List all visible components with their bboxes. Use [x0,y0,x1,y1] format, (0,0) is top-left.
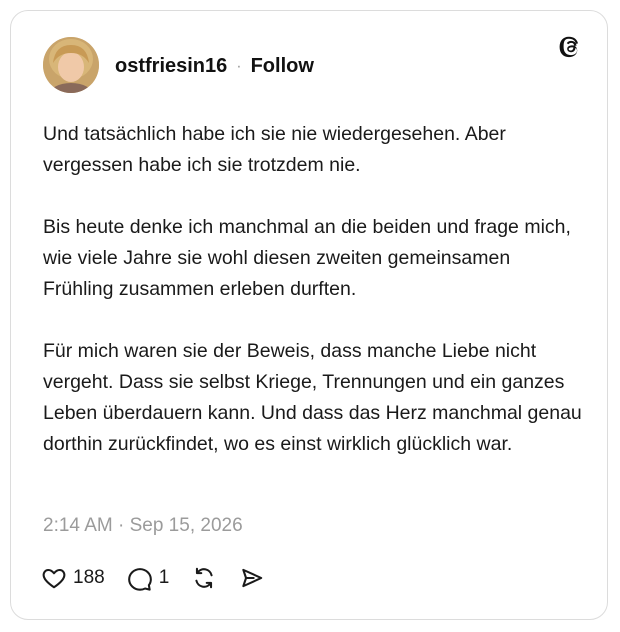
comment-icon [127,568,152,591]
share-button[interactable] [239,565,265,591]
post-card: ostfriesin16 · Follow Und tatsächlich ha… [10,10,608,620]
threads-logo-icon[interactable] [557,33,585,61]
paragraph: Für mich waren sie der Beweis, dass manc… [43,340,582,455]
like-button[interactable]: 188 [41,565,105,591]
post-header: ostfriesin16 · Follow [115,55,314,78]
username[interactable]: ostfriesin16 [115,55,227,78]
reply-button[interactable]: 1 [127,565,170,591]
action-bar: 188 1 [41,565,265,591]
like-count: 188 [73,567,105,588]
separator-dot: · [236,57,242,75]
avatar-image [43,37,99,93]
paragraph: Bis heute denke ich manchmal an die beid… [43,216,571,300]
post-timestamp: 2:14 AM · Sep 15, 2026 [43,515,243,536]
heart-icon [42,568,66,589]
repost-button[interactable] [191,565,217,591]
repost-icon [195,567,213,589]
avatar[interactable] [43,37,99,93]
reply-count: 1 [158,567,170,588]
paragraph: Und tatsächlich habe ich sie nie wiederg… [43,123,506,176]
follow-button[interactable]: Follow [251,55,314,78]
post-body: Und tatsächlich habe ich sie nie wiederg… [43,119,583,460]
send-icon [242,568,263,588]
